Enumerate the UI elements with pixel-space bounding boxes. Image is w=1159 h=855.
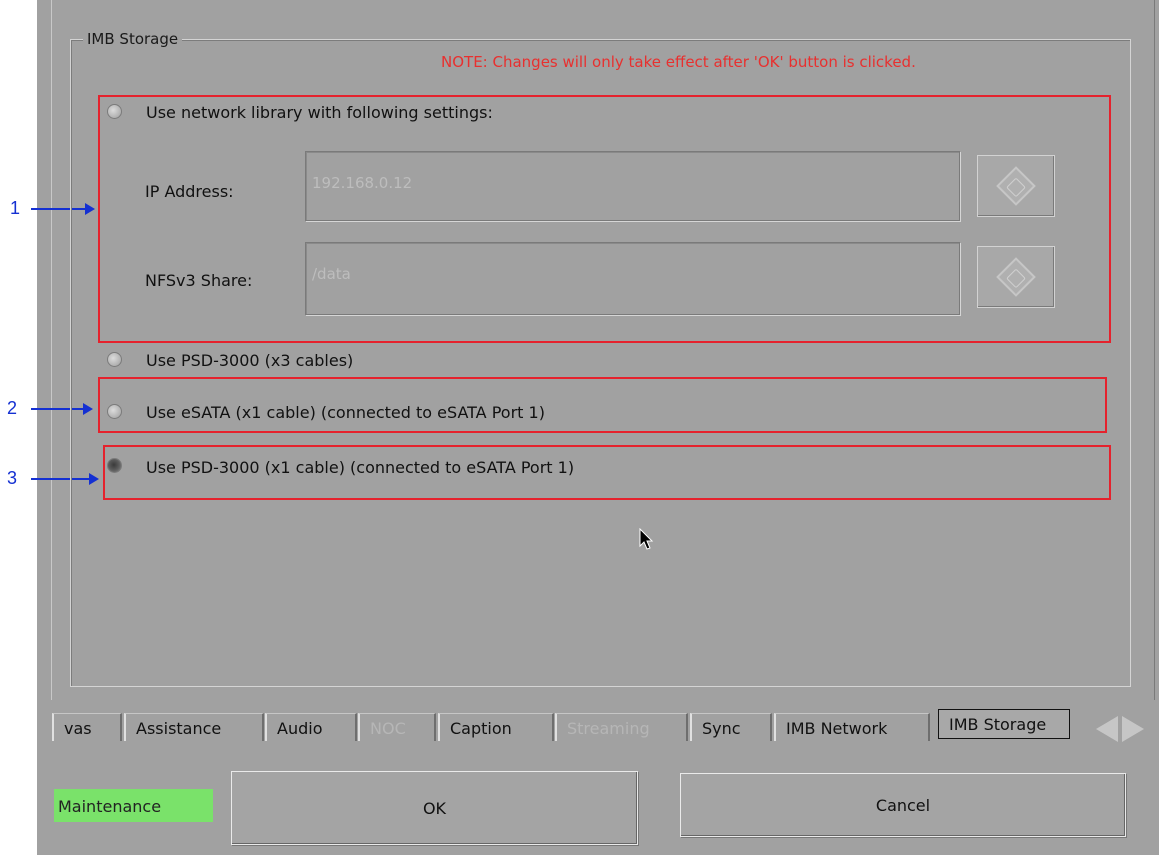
nfs-share-field[interactable]: /data [305,242,960,315]
psd-x3-label[interactable]: Use PSD-3000 (x3 cables) [146,351,353,370]
psd-x3-radio[interactable] [107,352,122,367]
nfs-share-label: NFSv3 Share: [145,271,253,290]
on-screen-keyboard-icon [996,257,1036,297]
tab-streaming: Streaming [555,713,688,741]
esata-label[interactable]: Use eSATA (x1 cable) (connected to eSATA… [146,403,545,422]
tab-imb-network[interactable]: IMB Network [774,713,930,741]
ok-button[interactable]: OK [231,771,638,845]
network-library-label[interactable]: Use network library with following setti… [146,103,493,122]
psd-x1-radio[interactable] [107,458,122,473]
callout-number-3: 3 [7,468,18,488]
tab-imb-storage[interactable]: IMB Storage [938,709,1070,739]
ip-address-field[interactable]: 192.168.0.12 [305,151,960,221]
cancel-button[interactable]: Cancel [680,773,1126,837]
tab-scroll-arrows [1096,712,1151,742]
ip-keyboard-button[interactable] [977,155,1055,217]
note-text: NOTE: Changes will only take effect afte… [441,53,916,71]
tab-sync[interactable]: Sync [690,713,772,741]
triangle-right-icon[interactable] [1122,716,1144,742]
tab-assistance[interactable]: Assistance [124,713,264,741]
groupbox-title: IMB Storage [83,30,183,48]
tab-audio[interactable]: Audio [265,713,357,741]
tab-strip: vas Assistance Audio NOC Caption Streami… [52,709,1124,747]
callout-number-2: 2 [7,398,18,418]
nfs-keyboard-button[interactable] [977,246,1055,308]
mouse-pointer-icon [639,528,654,550]
ip-address-label: IP Address: [145,182,234,201]
triangle-left-icon[interactable] [1096,716,1118,742]
tab-caption[interactable]: Caption [438,713,554,741]
on-screen-keyboard-icon [996,166,1036,206]
status-badge: Maintenance [54,789,213,822]
tab-noc: NOC [358,713,436,741]
psd-x1-label[interactable]: Use PSD-3000 (x1 cable) (connected to eS… [146,458,574,477]
network-library-radio[interactable] [107,104,122,119]
esata-radio[interactable] [107,404,122,419]
tab-vas[interactable]: vas [52,713,122,741]
callout-number-1: 1 [10,198,21,218]
